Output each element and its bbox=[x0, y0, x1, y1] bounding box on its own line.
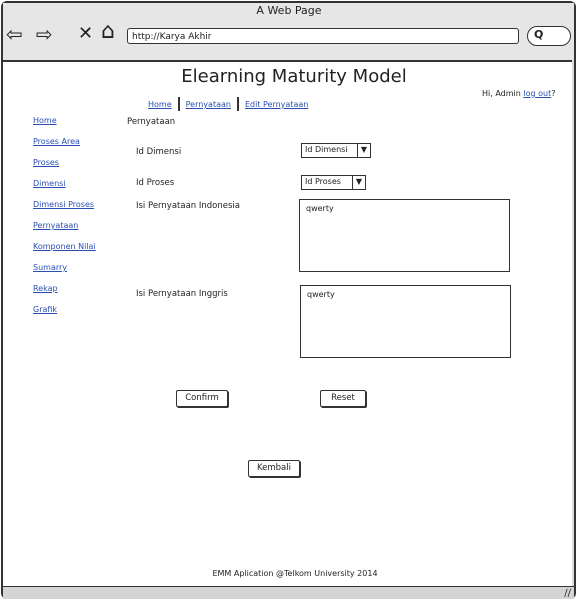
back-arrow-icon[interactable]: ⇦ bbox=[6, 24, 23, 44]
dropdown-arrow-icon: ▼ bbox=[352, 176, 365, 189]
current-page-label: Pernyataan bbox=[127, 117, 176, 127]
id-dimensi-label: Id Dimensi bbox=[136, 147, 182, 157]
resize-grip-icon[interactable]: ∕∕ bbox=[564, 588, 571, 599]
greeting-text: Hi, Admin bbox=[482, 89, 521, 98]
breadcrumb-edit-pernyataan[interactable]: Edit Pernyataan bbox=[245, 100, 308, 109]
page-title: Elearning Maturity Model bbox=[181, 66, 407, 87]
home-icon[interactable]: ⌂ bbox=[101, 21, 115, 43]
sidebar-item-komponen-nilai[interactable]: Komponen Nilai bbox=[33, 242, 96, 251]
logout-suffix: ? bbox=[551, 89, 556, 98]
sidebar-item-rekap[interactable]: Rekap bbox=[33, 284, 58, 293]
id-proses-label: Id Proses bbox=[136, 178, 175, 188]
sidebar-item-grafik[interactable]: Grafik bbox=[33, 305, 57, 314]
sidebar-item-home[interactable]: Home bbox=[33, 116, 57, 125]
user-greeting: Hi, Admin log out? bbox=[482, 89, 555, 98]
breadcrumb-pernyataan[interactable]: Pernyataan bbox=[186, 100, 231, 109]
page-footer: EMM Aplication @Telkom University 2014 bbox=[212, 569, 378, 578]
sidebar-item-pernyataan[interactable]: Pernyataan bbox=[33, 221, 78, 230]
sidebar-nav: Home Proses Area Proses Dimensi Dimensi … bbox=[33, 115, 128, 325]
isi-indonesia-label: Isi Pernyataan Indonesia bbox=[136, 201, 240, 211]
sidebar-item-dimensi-proses[interactable]: Dimensi Proses bbox=[33, 200, 94, 209]
sidebar-item-sumarry[interactable]: Sumarry bbox=[33, 263, 67, 272]
kembali-button[interactable]: Kembali bbox=[248, 460, 300, 477]
isi-indonesia-textarea[interactable]: qwerty bbox=[299, 199, 510, 272]
id-dimensi-selected: Id Dimensi bbox=[305, 145, 348, 154]
search-icon: Q bbox=[534, 28, 544, 41]
sidebar-item-proses[interactable]: Proses bbox=[33, 158, 59, 167]
isi-inggris-label: Isi Pernyataan Inggris bbox=[136, 289, 228, 299]
sidebar-item-dimensi[interactable]: Dimensi bbox=[33, 179, 66, 188]
dropdown-arrow-icon: ▼ bbox=[357, 144, 370, 157]
breadcrumb-separator bbox=[177, 97, 180, 111]
logout-link[interactable]: log out bbox=[523, 89, 551, 98]
vertical-scrollbar[interactable] bbox=[572, 60, 574, 586]
id-proses-selected: Id Proses bbox=[305, 177, 341, 186]
confirm-button[interactable]: Confirm bbox=[176, 390, 228, 407]
address-bar[interactable]: http://Karya Akhir bbox=[127, 28, 519, 44]
breadcrumb-separator bbox=[236, 97, 239, 111]
reset-button[interactable]: Reset bbox=[320, 390, 366, 407]
status-bar: ∕∕ bbox=[3, 586, 574, 599]
id-dimensi-select[interactable]: Id Dimensi ▼ bbox=[301, 143, 371, 158]
breadcrumb-home[interactable]: Home bbox=[148, 100, 172, 109]
sidebar-item-proses-area[interactable]: Proses Area bbox=[33, 137, 80, 146]
breadcrumb: Home Pernyataan Edit Pernyataan bbox=[148, 97, 308, 111]
close-icon[interactable]: ✕ bbox=[78, 24, 93, 44]
id-proses-select[interactable]: Id Proses ▼ bbox=[301, 175, 366, 190]
forward-arrow-icon[interactable]: ⇨ bbox=[36, 24, 53, 44]
window-title: A Web Page bbox=[256, 4, 322, 17]
search-box[interactable]: Q bbox=[527, 26, 571, 46]
isi-inggris-textarea[interactable]: qwerty bbox=[300, 285, 511, 358]
